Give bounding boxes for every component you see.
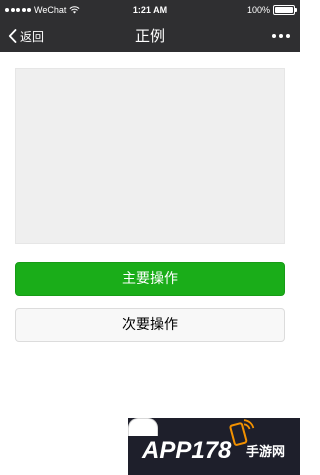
navigation-bar: 返回 正例 (0, 20, 300, 52)
status-bar: WeChat 1:21 AM 100% (0, 0, 300, 20)
svg-text:APP178: APP178 (141, 437, 232, 464)
back-button[interactable]: 返回 (8, 20, 44, 52)
chevron-left-icon (8, 29, 17, 43)
app-screen: WeChat 1:21 AM 100% 返回 正例 主要操作 次要操作 APP1… (0, 0, 300, 475)
battery-percentage: 100% (246, 5, 270, 15)
more-dots-icon[interactable] (272, 20, 290, 52)
main-content: 主要操作 次要操作 (0, 52, 300, 475)
primary-action-button[interactable]: 主要操作 (15, 262, 285, 296)
status-right: 100% (246, 0, 297, 20)
secondary-action-button[interactable]: 次要操作 (15, 308, 285, 342)
svg-text:手游网: 手游网 (246, 444, 285, 460)
content-placeholder (15, 68, 285, 244)
back-label: 返回 (20, 29, 45, 44)
page-title: 正例 (134, 27, 165, 45)
home-indicator (128, 418, 158, 436)
battery-icon (273, 5, 297, 15)
